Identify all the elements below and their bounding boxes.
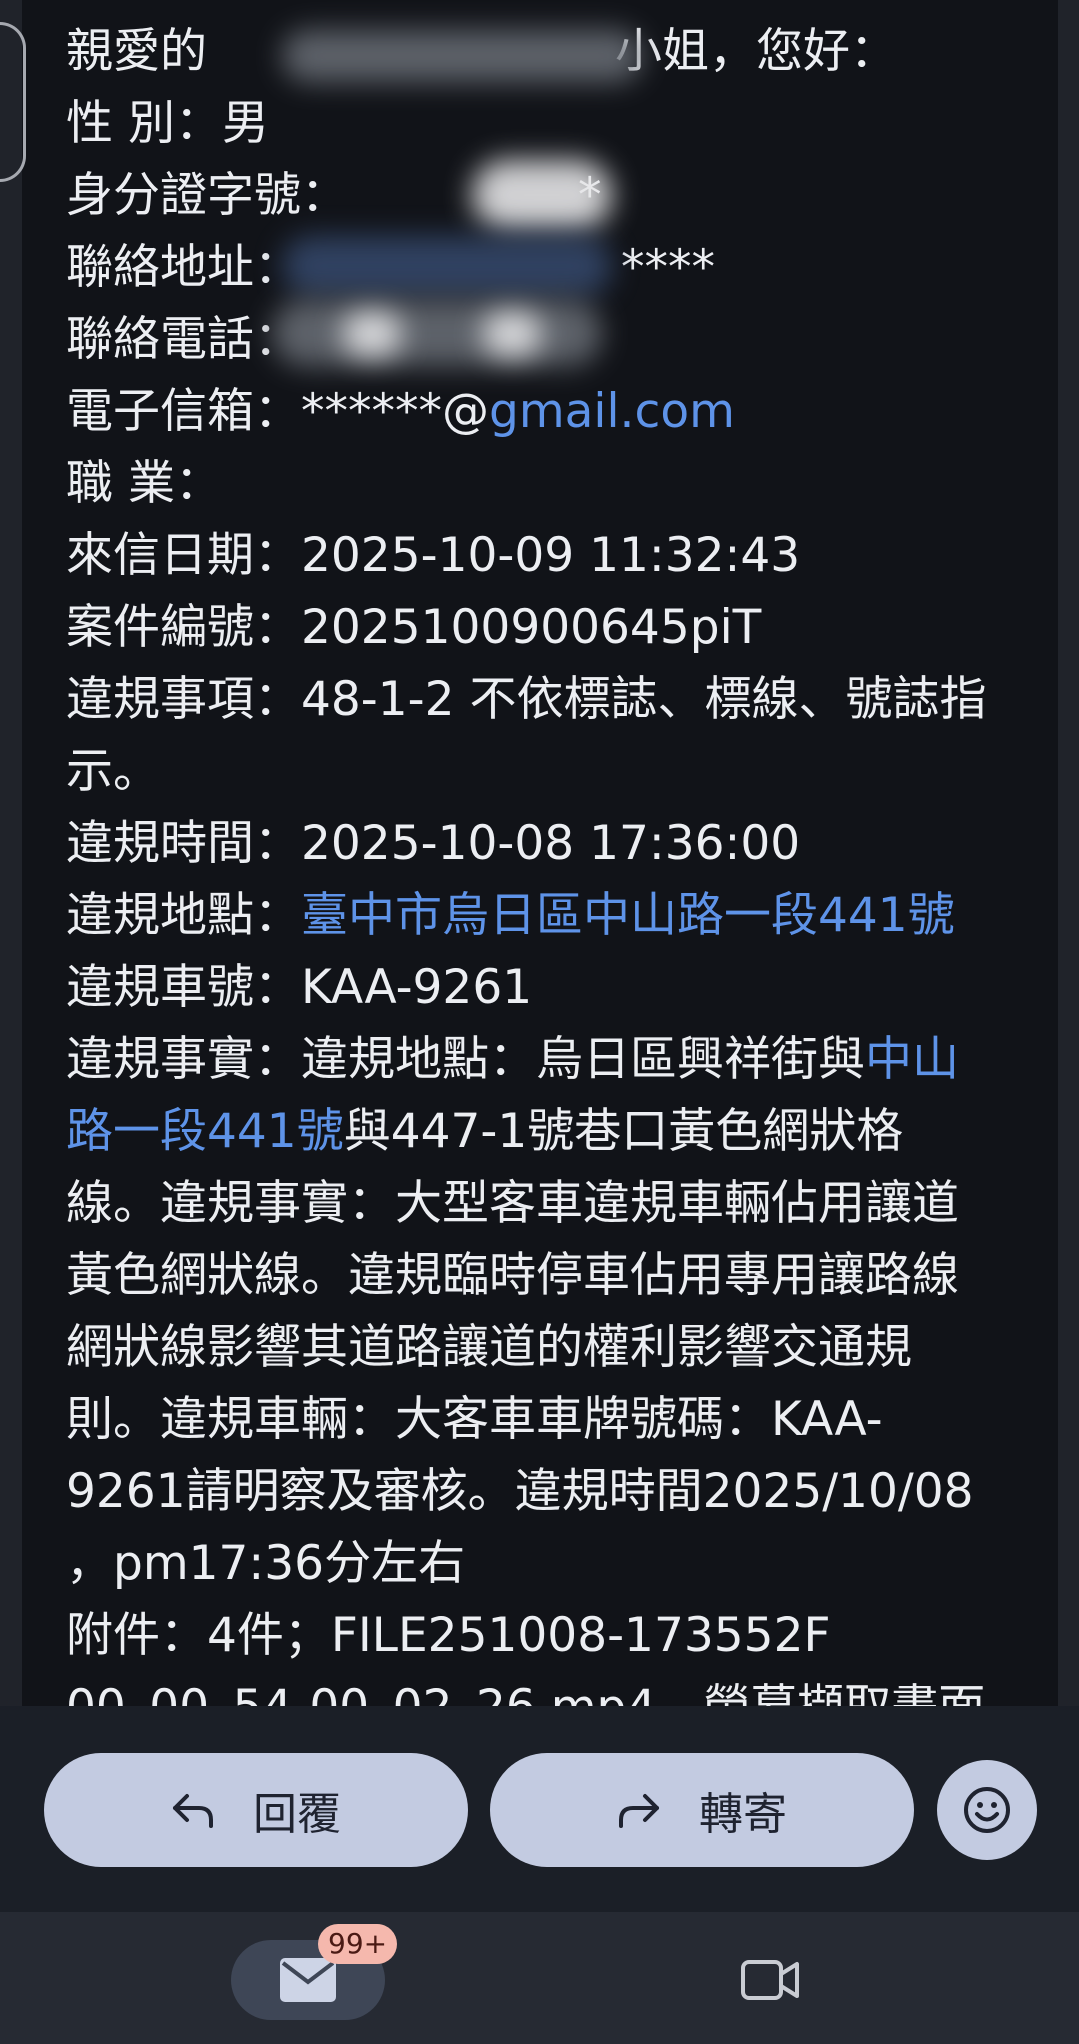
facts-line-2: 路一段441號與447-1號巷口黃色網狀格 bbox=[66, 1096, 903, 1168]
plate-value: KAA-9261 bbox=[301, 960, 533, 1015]
attachments-label: 附件： bbox=[66, 1608, 207, 1663]
violation-location-label: 違規地點： bbox=[66, 888, 301, 943]
received-date-line: 來信日期：2025-10-09 11:32:43 bbox=[66, 520, 800, 592]
occupation-line: 職 業： bbox=[66, 448, 222, 520]
attachments-line: 附件：4件；FILE251008-173552F bbox=[66, 1600, 831, 1672]
nav-meet-tab[interactable] bbox=[740, 1952, 800, 2008]
forward-label: 轉寄 bbox=[699, 1789, 787, 1840]
address-label: 聯絡地址： bbox=[66, 240, 301, 295]
facts-line-4: 黃色網狀線。違規臨時停車佔用專用讓路線 bbox=[66, 1248, 959, 1303]
emoji-reaction-button[interactable] bbox=[937, 1760, 1037, 1860]
violation-location-link[interactable]: 臺中市烏日區中山路一段441號 bbox=[301, 888, 955, 943]
facts-line-6: 則。違規車輛：大客車車牌號碼：KAA- bbox=[66, 1392, 883, 1447]
facts-label: 違規事實： bbox=[66, 1032, 301, 1087]
facts-text-1: 違規地點：烏日區興祥街與 bbox=[301, 1032, 865, 1087]
email-line: 電子信箱：******@gmail.com bbox=[66, 376, 735, 448]
redaction-blur bbox=[272, 300, 602, 366]
facts-line-8: ，pm17:36分左右 bbox=[66, 1536, 466, 1591]
facts-line-3: 線。違規事實：大型客車違規車輛佔用讓道 bbox=[66, 1176, 959, 1231]
case-number-label: 案件編號： bbox=[66, 600, 301, 655]
redaction-blur bbox=[282, 236, 612, 296]
facts-line-1: 違規事實：違規地點：烏日區興祥街與中山 bbox=[66, 1024, 959, 1096]
gender-value: 男 bbox=[221, 96, 269, 151]
phone-label: 聯絡電話： bbox=[66, 312, 301, 367]
plate-line: 違規車號：KAA-9261 bbox=[66, 952, 532, 1024]
violation-time-line: 違規時間：2025-10-08 17:36:00 bbox=[66, 808, 800, 880]
violation-item-line: 違規事項：48-1-2 不依標誌、標線、號誌指 bbox=[66, 664, 986, 736]
gender-label: 性 別： bbox=[66, 96, 222, 151]
action-bar: 回覆 轉寄 bbox=[0, 1706, 1079, 1912]
violation-item-label: 違規事項： bbox=[66, 672, 301, 727]
reply-button[interactable]: 回覆 bbox=[44, 1753, 468, 1867]
email-domain-link[interactable]: gmail.com bbox=[489, 384, 735, 439]
plate-label: 違規車號： bbox=[66, 960, 301, 1015]
forward-button[interactable]: 轉寄 bbox=[490, 1753, 914, 1867]
email-value-prefix: ******@ bbox=[301, 384, 489, 439]
forward-icon bbox=[619, 1794, 659, 1828]
redaction-blur bbox=[472, 160, 612, 230]
violation-location-line: 違規地點：臺中市烏日區中山路一段441號 bbox=[66, 880, 955, 952]
address-value: **** bbox=[621, 240, 715, 295]
violation-item-value: 48-1-2 不依標誌、標線、號誌指 bbox=[301, 672, 987, 727]
email-body[interactable]: 親愛的小姐，您好： 性 別：男 身分證字號：* 聯絡地址：**** 聯絡電話： … bbox=[0, 0, 1079, 1706]
redaction-blur bbox=[282, 30, 642, 82]
greeting-label: 親愛的 bbox=[66, 24, 207, 79]
violation-item-line-2: 示。 bbox=[66, 744, 160, 799]
attachments-line-2: 00_00_54-00_02_26.mp4、螢幕擷取畫面 bbox=[66, 1672, 985, 1706]
case-number-value: 2025100900645piT bbox=[301, 600, 762, 655]
received-date-label: 來信日期： bbox=[66, 528, 301, 583]
id-number-label: 身分證字號： bbox=[66, 168, 348, 223]
facts-address-link-part-1[interactable]: 中山 bbox=[865, 1032, 959, 1087]
redaction-blur bbox=[342, 312, 402, 356]
violation-time-label: 違規時間： bbox=[66, 816, 301, 871]
greeting-suffix: 小姐，您好： bbox=[615, 24, 897, 79]
thread-bracket-icon bbox=[0, 22, 26, 182]
smiley-icon bbox=[964, 1787, 1010, 1833]
unread-count-badge: 99+ bbox=[318, 1924, 398, 1964]
reply-icon bbox=[173, 1794, 213, 1828]
bottom-navigation: 99+ bbox=[0, 1912, 1079, 2044]
violation-time-value: 2025-10-08 17:36:00 bbox=[301, 816, 801, 871]
email-content: 親愛的小姐，您好： 性 別：男 身分證字號：* 聯絡地址：**** 聯絡電話： … bbox=[22, 0, 1058, 1706]
gender-line: 性 別：男 bbox=[66, 88, 269, 160]
occupation-label: 職 業： bbox=[66, 456, 222, 511]
mail-icon bbox=[280, 1958, 336, 2002]
case-number-line: 案件編號：2025100900645piT bbox=[66, 592, 761, 664]
facts-line-7: 9261請明察及審核。違規時間2025/10/08 bbox=[66, 1464, 974, 1519]
facts-text-2: 與447-1號巷口黃色網狀格 bbox=[343, 1104, 904, 1159]
redaction-blur bbox=[482, 312, 542, 356]
facts-line-5: 網狀線影響其道路讓道的權利影響交通規 bbox=[66, 1320, 912, 1375]
facts-address-link-part-2[interactable]: 路一段441號 bbox=[66, 1104, 344, 1159]
reply-label: 回覆 bbox=[253, 1789, 341, 1840]
attachments-value: 4件；FILE251008-173552F bbox=[207, 1608, 831, 1663]
phone-line: 聯絡電話： bbox=[66, 304, 301, 376]
received-date-value: 2025-10-09 11:32:43 bbox=[301, 528, 801, 583]
email-label: 電子信箱： bbox=[66, 384, 301, 439]
video-camera-icon bbox=[741, 1960, 799, 2000]
